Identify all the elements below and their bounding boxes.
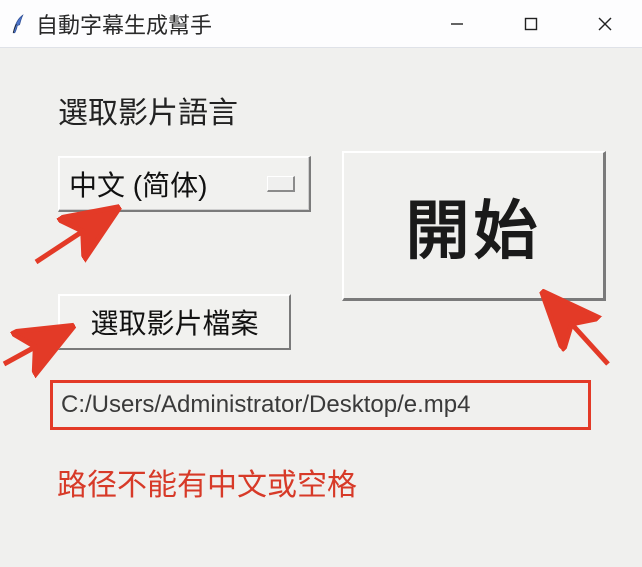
dropdown-handle-icon <box>267 176 295 192</box>
minimize-button[interactable] <box>420 0 494 47</box>
pick-file-label: 選取影片檔案 <box>90 302 258 342</box>
client-area: 選取影片語言 中文 (简体) 開始 選取影片檔案 C:/Users/Admini… <box>0 48 642 567</box>
path-warning-text: 路径不能有中文或空格 <box>57 460 357 504</box>
close-button[interactable] <box>568 0 642 47</box>
file-path-display: C:/Users/Administrator/Desktop/e.mp4 <box>50 380 591 430</box>
start-button-label: 開始 <box>406 180 542 272</box>
language-selected-value: 中文 (简体) <box>69 164 207 204</box>
window-title: 自動字幕生成幫手 <box>36 8 212 40</box>
language-label: 選取影片語言 <box>58 88 238 132</box>
start-button[interactable]: 開始 <box>342 151 606 301</box>
maximize-button[interactable] <box>494 0 568 47</box>
app-feather-icon <box>10 11 30 37</box>
file-path-text: C:/Users/Administrator/Desktop/e.mp4 <box>61 391 470 419</box>
language-dropdown[interactable]: 中文 (简体) <box>58 156 311 212</box>
pick-file-button[interactable]: 選取影片檔案 <box>58 294 291 350</box>
titlebar: 自動字幕生成幫手 <box>0 0 642 48</box>
